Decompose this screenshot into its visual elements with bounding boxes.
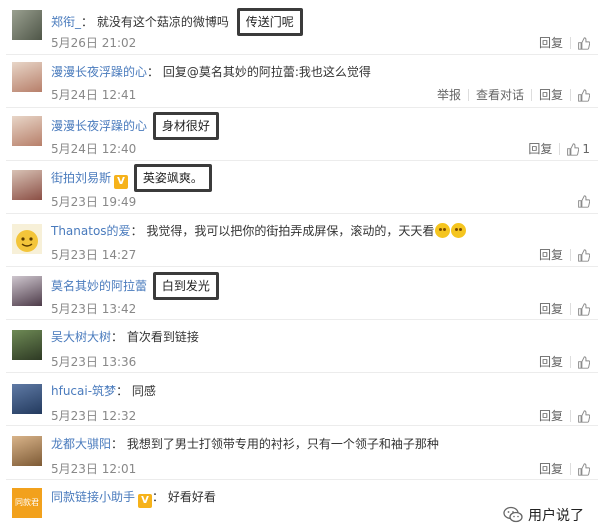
timestamp: 5月23日 12:32 [51, 409, 137, 423]
username[interactable]: 郑衔_ [51, 15, 81, 29]
timestamp: 5月23日 12:01 [51, 462, 137, 476]
comment-text: 同感 [131, 384, 156, 398]
comment-item: 龙都大骐阳： 我想到了男士打领带专用的衬衫，只有一个领子和袖子那种 5月23日 … [0, 426, 600, 480]
username[interactable]: hfucai-筑梦 [51, 384, 116, 398]
reply-button[interactable]: 回复 [532, 248, 570, 262]
thumbs-up-icon [567, 142, 580, 156]
thumbs-up-icon [578, 36, 590, 50]
reply-button[interactable]: 回复 [532, 409, 570, 423]
emoji-icon [435, 223, 451, 238]
reply-button[interactable]: 回复 [521, 142, 559, 156]
like-button[interactable] [571, 88, 590, 102]
thumbs-up-icon [578, 462, 590, 476]
like-count: 1 [582, 142, 590, 156]
thumbs-up-icon [578, 248, 590, 262]
thumbs-up-icon [578, 88, 590, 102]
comment-actions: 回复 [532, 355, 590, 369]
avatar[interactable] [12, 170, 42, 200]
report-button[interactable]: 举报 [430, 88, 468, 102]
highlighted-comment-text: 白到发光 [152, 272, 219, 300]
like-button[interactable] [571, 409, 590, 423]
comment-text: 首次看到链接 [126, 330, 199, 344]
avatar-text: 同款君 [15, 498, 39, 507]
username[interactable]: 街拍刘易斯 [51, 171, 111, 185]
highlighted-comment-text: 传送门呢 [236, 8, 303, 36]
like-button[interactable] [571, 355, 590, 369]
comment-text: 我想到了男士打领带专用的衬衫，只有一个领子和袖子那种 [126, 437, 439, 451]
username[interactable]: Thanatos的爱 [51, 224, 131, 238]
avatar[interactable] [12, 10, 42, 40]
avatar[interactable] [12, 224, 42, 254]
wechat-icon [503, 506, 523, 523]
like-button[interactable] [571, 195, 590, 208]
comment-actions: 举报 查看对话 回复 [430, 88, 590, 102]
avatar[interactable] [12, 384, 42, 414]
reply-button[interactable]: 回复 [532, 88, 570, 102]
timestamp: 5月23日 13:36 [51, 355, 137, 369]
thumbs-up-icon [578, 195, 590, 208]
avatar[interactable] [12, 116, 42, 146]
comment-actions: 回复 [532, 248, 590, 262]
comment-item: 莫名其妙的阿拉蕾 白到发光 5月23日 13:42 回复 [0, 267, 600, 320]
verified-badge: V [138, 494, 153, 508]
watermark-label: 用户说了 [528, 508, 584, 524]
thumbs-up-icon [578, 355, 590, 369]
comment-actions: 回复 1 [521, 142, 590, 156]
username[interactable]: 同款链接小助手 [51, 490, 135, 504]
highlighted-comment-text: 身材很好 [152, 112, 219, 140]
timestamp: 5月23日 13:42 [51, 302, 137, 316]
reply-button[interactable]: 回复 [532, 462, 570, 476]
comment-actions: 回复 [532, 302, 590, 316]
timestamp: 5月23日 19:49 [51, 195, 137, 209]
comment-actions: 回复 [532, 409, 590, 423]
avatar[interactable]: 同款君 [12, 488, 42, 518]
comment-item: Thanatos的爱： 我觉得，我可以把你的街拍弄成屏保，滚动的，天天看 5月2… [0, 214, 600, 267]
comment-actions: 回复 [532, 462, 590, 476]
avatar[interactable] [12, 330, 42, 360]
timestamp: 5月23日 14:27 [51, 248, 137, 262]
reply-button[interactable]: 回复 [532, 302, 570, 316]
reply-button[interactable]: 回复 [532, 36, 570, 50]
avatar[interactable] [12, 62, 42, 92]
like-button[interactable] [571, 302, 590, 316]
username[interactable]: 漫漫长夜浮躁的心 [51, 119, 147, 133]
highlighted-comment-text: 英姿飒爽。 [133, 164, 212, 192]
timestamp: 5月26日 21:02 [51, 36, 137, 50]
timestamp: 5月24日 12:41 [51, 88, 137, 102]
comment-item: 漫漫长夜浮躁的心 身材很好 5月24日 12:40 回复 1 [0, 108, 600, 161]
thumbs-up-icon [578, 409, 590, 423]
like-button[interactable] [571, 248, 590, 262]
timestamp: 5月24日 12:40 [51, 142, 137, 156]
like-button[interactable]: 1 [560, 142, 590, 156]
comment-text: 好看好看 [167, 490, 216, 504]
username[interactable]: 龙都大骐阳 [51, 437, 111, 451]
comment-item: 郑衔_： 就没有这个菇凉的微博吗 传送门呢 5月26日 21:02 回复 [0, 0, 600, 55]
comment-item: 街拍刘易斯 V 英姿飒爽。 5月23日 19:49 [0, 161, 600, 214]
username[interactable]: 漫漫长夜浮躁的心 [51, 65, 147, 79]
comment-actions [571, 195, 590, 208]
thumbs-up-icon [578, 302, 590, 316]
like-button[interactable] [571, 462, 590, 476]
avatar-cartoon-icon [16, 230, 38, 252]
view-conversation-button[interactable]: 查看对话 [469, 88, 531, 102]
avatar[interactable] [12, 436, 42, 466]
watermark: 用户说了 [497, 502, 590, 528]
comment-item: 漫漫长夜浮躁的心： 回复@莫名其妙的阿拉蕾:我也这么觉得 5月24日 12:41… [0, 55, 600, 108]
like-button[interactable] [571, 36, 590, 50]
comment-actions: 回复 [532, 36, 590, 50]
avatar[interactable] [12, 276, 42, 306]
comment-item: hfucai-筑梦： 同感 5月23日 12:32 回复 [0, 373, 600, 426]
username[interactable]: 莫名其妙的阿拉蕾 [51, 279, 147, 293]
comment-text: 就没有这个菇凉的微博吗 [96, 15, 229, 29]
comment-item: 吴大树大树： 首次看到链接 5月23日 13:36 回复 [0, 320, 600, 373]
verified-badge: V [114, 175, 129, 189]
comment-text: 回复@莫名其妙的阿拉蕾:我也这么觉得 [162, 65, 371, 79]
emoji-icon [451, 223, 467, 238]
reply-button[interactable]: 回复 [532, 355, 570, 369]
comment-text: 我觉得，我可以把你的街拍弄成屏保，滚动的，天天看 [146, 224, 435, 238]
username[interactable]: 吴大树大树 [51, 330, 111, 344]
